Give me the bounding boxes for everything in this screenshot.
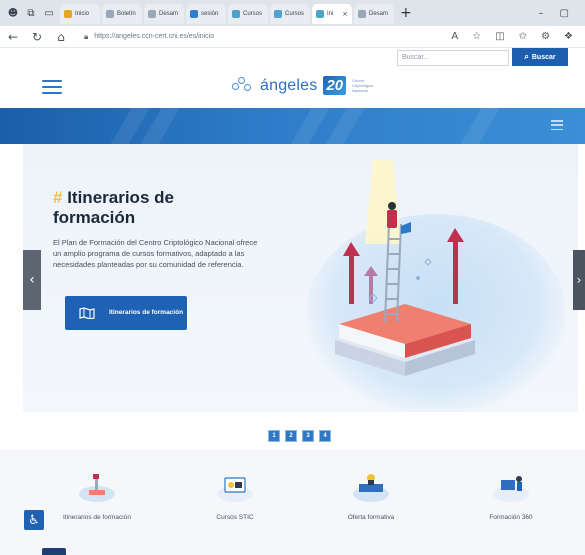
address-bar: ← ↻ ⌂ 🔒︎ https://angeles.ccn-cert.cni.es… [0,26,585,48]
reload-icon[interactable]: ↻ [30,30,44,44]
site-search-button[interactable]: ⌕ Buscar [512,48,568,66]
maximize-icon[interactable]: ▢ [560,8,569,19]
tab-favicon-icon [232,10,240,18]
itinerarios-button-label: Itinerarios de formación [109,309,184,316]
url-field[interactable]: 🔒︎ https://angeles.ccn-cert.cni.es/es/in… [78,29,441,45]
chat-widget-tab[interactable] [42,548,66,555]
slider-page-button[interactable]: 3 [302,430,314,442]
ladder-icon [384,223,402,323]
hero-slide: # Itinerarios de formación El Plan de Fo… [23,144,578,412]
workspaces-icon[interactable]: ⧉ [24,6,38,20]
site-logo[interactable]: ángeles 20 Centro Criptológico Nacional [232,76,378,95]
split-screen-icon[interactable]: ◫ [495,31,504,42]
tab-title: Desam [159,11,179,17]
category-label: Formación 360 [489,514,533,521]
online-course-icon [217,477,253,502]
favorite-star-icon[interactable]: ☆ [472,31,481,42]
tab-favicon-icon [274,10,282,18]
search-icon: ⌕ [524,52,529,61]
category-itinerarios[interactable]: Itinerarios de formación [62,468,132,522]
tab-favicon-icon [316,10,324,18]
window-controls: – ▢ [539,8,579,19]
spotlight-beam [365,160,401,244]
banner-menu-icon[interactable] [551,120,563,130]
browser-tab[interactable]: Boletín [102,4,142,24]
logo-text: ángeles [260,76,318,94]
slider-pagination: 1234 [268,430,331,442]
hero-title: # Itinerarios de formación [53,188,253,228]
tab-actions-icon[interactable]: ▭ [42,6,56,20]
growth-arrow-left-icon [343,242,360,304]
growth-arrow-right-icon [447,228,464,304]
tab-title: sesión [201,11,219,17]
tab-title: Cursos [243,11,263,17]
category-formacion-360[interactable]: Formación 360 [476,468,546,522]
tab-title: Ini [327,11,334,17]
new-tab-button[interactable]: + [400,5,412,21]
logo-anniversary-badge: 20 [323,76,347,95]
browser-tab[interactable]: Desam [354,4,394,24]
slider-page-button[interactable]: 4 [319,430,331,442]
tab-title: Desam [369,11,389,17]
read-aloud-icon[interactable]: A [451,31,458,42]
stacked-books-icon [335,304,475,376]
browser-tab[interactable]: Inicio [60,4,100,24]
growth-arrow-small-icon [364,266,378,304]
hero-illustration [335,160,475,376]
training-360-icon [493,476,529,502]
training-offer-icon [353,474,389,502]
map-icon [79,307,95,319]
category-label: Cursos STIC [216,514,254,521]
minimize-icon[interactable]: – [539,8,544,19]
slider-page-button[interactable]: 1 [268,430,280,442]
browser-tab[interactable]: Ini × [312,4,352,24]
slider-page-button[interactable]: 2 [285,430,297,442]
lock-icon: 🔒︎ [84,31,89,41]
browser-tab-strip: ☻ ⧉ ▭ Inicio Boletín Desam sesión Cursos Curs… [0,0,585,26]
home-icon[interactable]: ⌂ [54,30,68,44]
search-button-label: Buscar [531,53,556,61]
hero-title-text: Itinerarios de formación [53,188,174,227]
category-label: Itinerarios de formación [63,514,131,521]
favorites-icon[interactable]: ✩ [519,31,527,42]
hero-title-hash: # [53,188,63,207]
tab-favicon-icon [148,10,156,18]
url-text: https://angeles.ccn-cert.cni.es/es/inici… [94,33,215,40]
tab-favicon-icon [106,10,114,18]
category-label: Oferta formativa [347,514,395,521]
logo-subtitle: Centro Criptológico Nacional [352,78,374,93]
main-menu-icon[interactable] [42,80,62,94]
profile-icon[interactable]: ☻ [6,6,20,20]
browser-toolbar-icons: A ☆ ◫ ✩ ⚙ ❖ [451,31,579,42]
slider-next-button[interactable]: › [573,250,585,310]
tab-favicon-icon [64,10,72,18]
tab-favicon-icon [358,10,366,18]
header-banner [0,108,585,144]
learning-path-icon [79,474,115,502]
browser-tab[interactable]: Desam [144,4,184,24]
slider-prev-button[interactable]: ‹ [23,250,41,310]
back-icon[interactable]: ← [6,30,20,44]
hero-description: El Plan de Formación del Centro Criptoló… [53,238,258,269]
accessibility-icon[interactable]: ♿︎ [24,510,44,530]
browser-tab[interactable]: sesión [186,4,226,24]
category-cursos-stic[interactable]: Cursos STIC [200,468,270,522]
category-strip: Itinerarios de formación Cursos STIC Ofe… [0,450,585,555]
collections-icon[interactable]: ❖ [564,31,573,42]
close-tab-icon[interactable]: × [342,10,348,18]
browser-tab[interactable]: Cursos [228,4,268,24]
browser-tab[interactable]: Cursos [270,4,310,24]
logo-mark-icon [232,76,254,95]
tab-favicon-icon [190,10,198,18]
extensions-icon[interactable]: ⚙ [541,31,550,42]
category-oferta-formativa[interactable]: Oferta formativa [336,468,406,522]
tab-title: Boletín [117,11,136,17]
tab-title: Inicio [75,11,90,17]
site-search-input[interactable]: Buscar... [397,50,509,66]
tab-title: Cursos [285,11,305,17]
itinerarios-button[interactable]: Itinerarios de formación [65,296,187,330]
